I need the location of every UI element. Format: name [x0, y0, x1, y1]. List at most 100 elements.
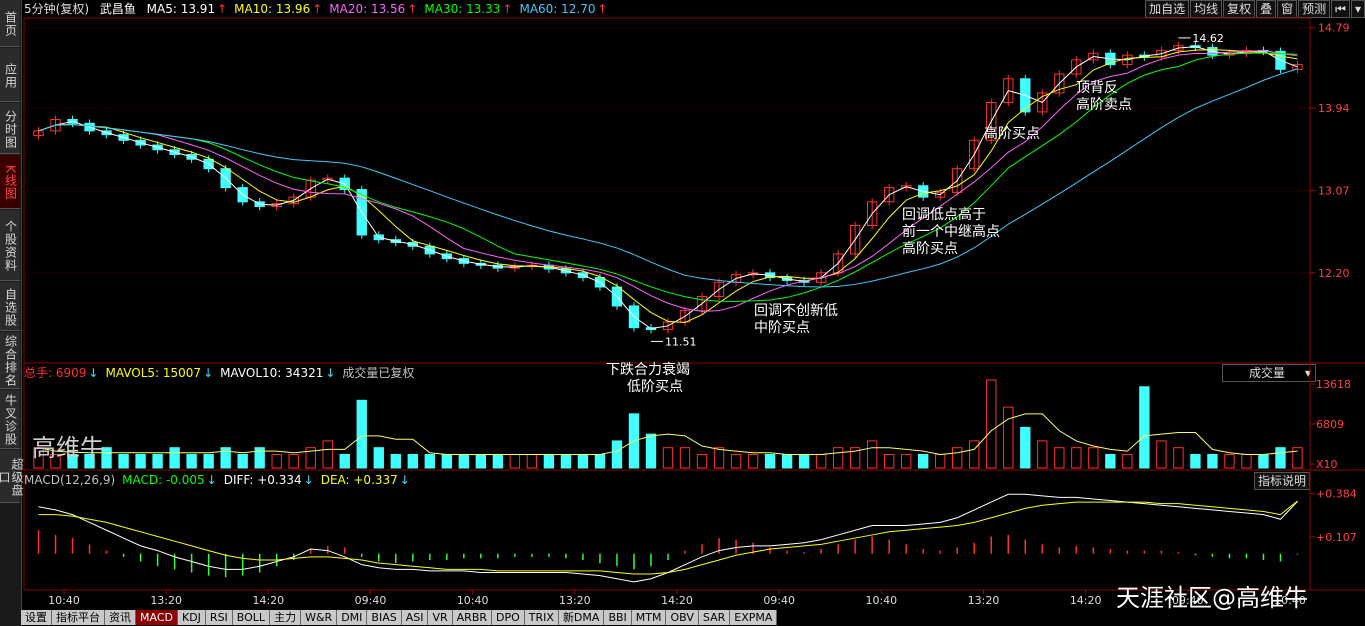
volume-bar: [645, 433, 657, 469]
volume-bar: [407, 453, 418, 469]
time-tick-label: 14:20: [252, 594, 284, 607]
volume-bar: [798, 453, 810, 469]
volume-bar: [866, 440, 878, 469]
annotation-low-buy: 下跌合力衰竭 低阶买点: [606, 362, 690, 396]
tab-macd-3[interactable]: MACD: [136, 610, 178, 625]
annotation-line: 低阶买点: [627, 379, 683, 395]
time-tick-label: 13:20: [150, 594, 182, 607]
volume-bar: [1275, 447, 1286, 469]
tab-dma-16[interactable]: 新DMA: [558, 610, 605, 625]
volume-bar: [543, 453, 555, 469]
volume-bar: [611, 440, 623, 469]
volume-bar: [271, 453, 282, 469]
tab-bias-10[interactable]: BIAS: [367, 610, 402, 625]
annotation-line: 前一个中继高点: [902, 224, 1000, 240]
time-tick-label: 13:20: [968, 594, 1000, 607]
low-price-label: 11.51: [665, 335, 697, 348]
volume-bar: [118, 453, 129, 469]
annotation-line: 中阶买点: [754, 320, 810, 336]
volume-bar: [1054, 447, 1065, 469]
tab--7[interactable]: 主力: [270, 610, 302, 625]
tab-bbi-17[interactable]: BBI: [604, 610, 632, 625]
volume-bar: [883, 453, 895, 469]
tab-sar-20[interactable]: SAR: [698, 610, 731, 625]
volume-bar: [1156, 440, 1167, 469]
annotation-line: 高阶卖点: [1076, 97, 1132, 113]
volume-bar: [237, 453, 248, 469]
volume-bar: [186, 453, 197, 469]
annotation-high-buy-1: 回调低点高于 前一个中继高点 高阶买点: [902, 207, 1000, 258]
volume-bar: [1071, 447, 1082, 469]
volume-bar: [1003, 406, 1014, 469]
tab-arbr-13[interactable]: ARBR: [452, 610, 493, 625]
tab-expma-21[interactable]: EXPMA: [730, 610, 778, 625]
volume-bar: [203, 453, 214, 469]
volume-bar: [815, 453, 827, 469]
time-tick-label: 14:20: [661, 594, 693, 607]
volume-tick-label: 6809: [1316, 418, 1344, 431]
annotation-line: 顶背反: [1076, 80, 1118, 96]
volume-bar: [560, 453, 572, 469]
tab-dmi-9[interactable]: DMI: [337, 610, 368, 625]
volume-bar: [1190, 453, 1201, 469]
chart-svg: 14.79 13.94 13.07 12.20 14.62 11.51 13618 6809 X…: [23, 17, 1365, 607]
macd-tick-label: +0.107: [1316, 531, 1357, 544]
volume-bar: [781, 453, 793, 469]
volume-bar: [424, 453, 435, 469]
volume-bar: [339, 453, 350, 469]
volume-bar: [1173, 447, 1184, 469]
volume-bar: [509, 453, 521, 469]
volume-bar: [1122, 453, 1133, 469]
volume-bar: [475, 453, 487, 469]
time-tick-label: 09:40: [763, 594, 795, 607]
tab-dpo-14[interactable]: DPO: [492, 610, 525, 625]
volume-bar: [952, 447, 963, 469]
volume-bar: [526, 453, 538, 469]
tab-trix-15[interactable]: TRIX: [524, 610, 559, 625]
volume-tick-label: 13618: [1316, 378, 1351, 391]
annotation-mid-buy: 回调不创新低 中阶买点: [754, 303, 838, 337]
watermark-right: 天涯社区@高维牛: [1116, 584, 1308, 612]
high-price-label: 14.62: [1192, 32, 1224, 45]
volume-bar: [918, 453, 929, 469]
tab-kdj-4[interactable]: KDJ: [177, 610, 206, 625]
diff-line: [38, 493, 1298, 583]
tab-wr-8[interactable]: W&R: [301, 610, 338, 625]
volume-bar: [1020, 426, 1031, 469]
tab--0[interactable]: 设置: [21, 610, 52, 625]
volume-bar: [373, 447, 384, 469]
volume-bar: [662, 447, 674, 469]
volume-bar: [764, 453, 776, 469]
tab--1[interactable]: 指标平台: [52, 610, 105, 625]
tab-rsi-5[interactable]: RSI: [205, 610, 233, 625]
annotation-line: 回调不创新低: [754, 303, 838, 319]
annotation-line: 下跌合力衰竭: [606, 362, 690, 378]
annotation-high-buy-2: 高阶买点: [984, 126, 1040, 142]
volume-bar: [696, 453, 708, 469]
volume-bar: [135, 453, 146, 469]
tab--2[interactable]: 资讯: [105, 610, 136, 625]
tab-asi-11[interactable]: ASI: [401, 610, 429, 625]
macd-tick-label: +0.384: [1316, 488, 1357, 501]
volume-bar: [832, 447, 844, 469]
volume-bar: [288, 453, 299, 469]
volume-bar: [577, 453, 589, 469]
volume-bar: [969, 440, 980, 469]
time-tick-label: 13:20: [559, 594, 591, 607]
volume-bar: [1224, 453, 1235, 469]
volume-bar: [1105, 453, 1116, 469]
volume-bar: [390, 453, 401, 469]
volume-bar: [935, 453, 946, 469]
volume-bar: [1241, 453, 1252, 469]
tab-obv-19[interactable]: OBV: [666, 610, 699, 625]
price-tick-label: 13.07: [1318, 184, 1350, 197]
volume-bar: [1292, 447, 1303, 469]
tab-vr-12[interactable]: VR: [428, 610, 453, 625]
annotation-line: 回调低点高于: [902, 207, 986, 223]
tab-boll-6[interactable]: BOLL: [232, 610, 271, 625]
tab-mtm-18[interactable]: MTM: [631, 610, 667, 625]
watermark-left: 高维牛: [32, 434, 104, 462]
volume-bar: [713, 447, 725, 469]
volume-tick-label: X10: [1316, 458, 1338, 471]
volume-bar: [152, 453, 163, 469]
